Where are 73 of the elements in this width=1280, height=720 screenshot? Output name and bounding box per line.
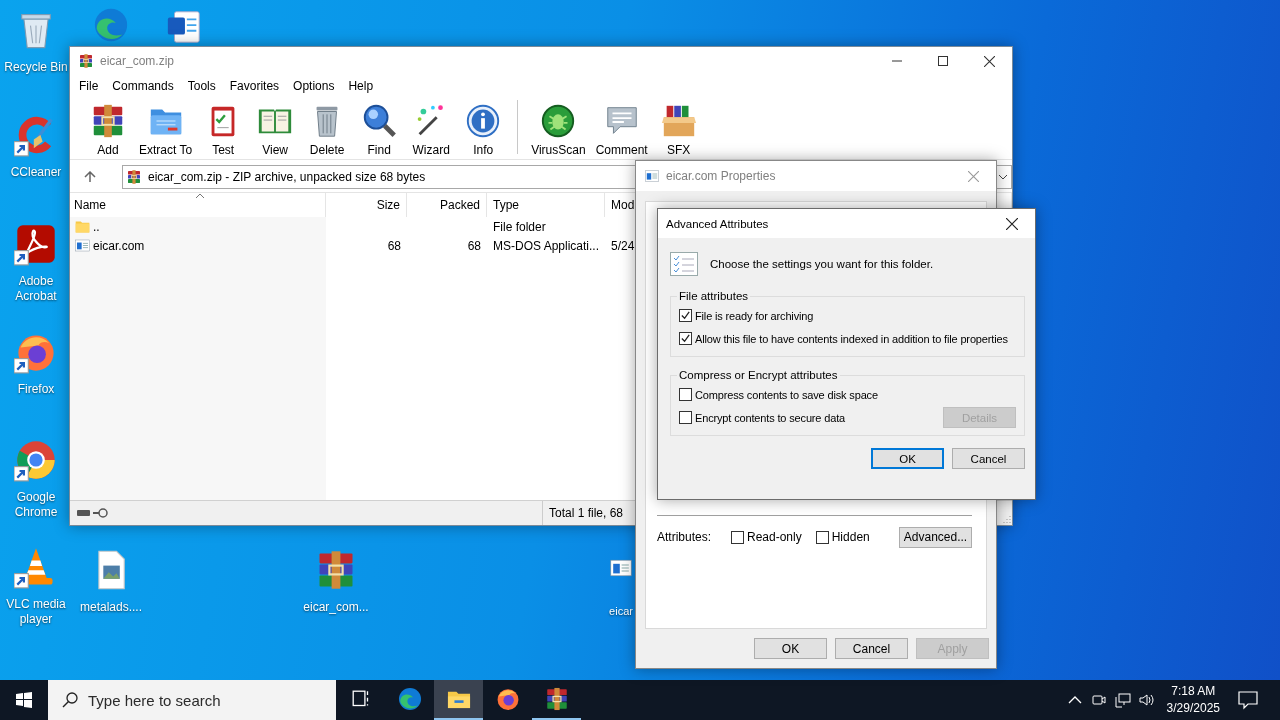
dialog-button[interactable]: OK xyxy=(754,638,827,659)
video-camera-icon[interactable] xyxy=(1090,692,1107,708)
close-icon xyxy=(1006,217,1018,230)
volume-icon[interactable] xyxy=(1138,692,1155,708)
status-icons-drawing xyxy=(76,507,110,519)
menu-item[interactable]: Options xyxy=(286,79,342,93)
close-icon xyxy=(967,170,979,182)
toolbar-button[interactable]: Info xyxy=(459,102,508,157)
toolbar-button[interactable]: Test xyxy=(199,102,248,157)
toolbar-button[interactable]: SFX xyxy=(654,102,703,157)
browser-icon xyxy=(396,686,423,712)
instruction-text: Choose the settings you want for this folder. xyxy=(710,258,934,270)
table-cell: 68 xyxy=(387,238,401,253)
checkbox[interactable]: Read-only xyxy=(731,530,802,544)
toolbar-button[interactable]: Comment xyxy=(592,102,651,157)
table-cell: MS-DOS Applicati... xyxy=(493,238,600,253)
menu-item[interactable]: Tools xyxy=(180,79,223,93)
window-title: eicar_com.zip xyxy=(100,54,176,68)
checkbox[interactable]: Hidden xyxy=(815,530,870,544)
resize-grip-icon xyxy=(1003,515,1011,523)
archive-icon xyxy=(78,53,94,69)
checkbox[interactable]: Allow this file to have contents indexed in addition to file properties xyxy=(679,332,1008,345)
check-icon xyxy=(680,333,691,344)
dialog-button[interactable]: OK xyxy=(871,448,944,469)
network-icon[interactable] xyxy=(1114,692,1131,708)
dialog-title: Advanced Attributes xyxy=(665,217,770,230)
sort-icon xyxy=(195,193,205,199)
program-file-icon xyxy=(644,168,660,184)
caret-icon xyxy=(998,174,1008,180)
toolbar-button[interactable]: Add xyxy=(84,102,132,157)
folder-icon xyxy=(74,218,91,235)
close-icon xyxy=(983,55,995,67)
search-field[interactable]: Type here to search xyxy=(48,680,336,720)
group-label: Compress or Encrypt attributes xyxy=(678,369,839,381)
taskbar-app-button[interactable] xyxy=(434,680,483,720)
toolbar-button[interactable]: Extract To xyxy=(136,102,196,157)
toolbar-button[interactable]: Find xyxy=(355,102,404,157)
checkbox[interactable]: File is ready for archiving xyxy=(679,309,814,322)
archive-icon xyxy=(126,169,142,185)
up-arrow-icon xyxy=(84,171,96,183)
toolbar-button[interactable]: Delete xyxy=(303,102,352,157)
checkbox[interactable]: Compress contents to save disk space xyxy=(679,388,878,401)
toolbar-button[interactable]: VirusScan xyxy=(528,102,589,157)
dialog-button[interactable]: Cancel xyxy=(952,448,1025,469)
field-label: Attributes: xyxy=(657,530,713,544)
desktop-shortcut[interactable]: eicar xyxy=(608,556,634,619)
table-cell: File folder xyxy=(493,219,546,234)
maximize-icon xyxy=(938,56,948,66)
toolbar-button[interactable]: View xyxy=(251,102,300,157)
checklist-icon xyxy=(670,252,698,276)
clock-date: 3/29/2025 xyxy=(1166,700,1220,717)
file-name[interactable]: .. xyxy=(70,218,326,235)
windows-logo-icon xyxy=(16,692,32,708)
clock[interactable]: 7:18 AM 3/29/2025 xyxy=(1166,683,1220,717)
toolbar-button[interactable]: Wizard xyxy=(407,102,456,157)
program-file-icon xyxy=(74,237,91,254)
document-icon[interactable] xyxy=(165,8,203,46)
file-name[interactable]: eicar.com xyxy=(70,237,326,254)
checkbox[interactable]: Encrypt contents to secure data xyxy=(679,411,846,424)
menu-item[interactable]: File xyxy=(72,79,106,93)
table-cell: 68 xyxy=(467,238,481,253)
group-label: File attributes xyxy=(678,290,750,302)
clock-time: 7:18 AM xyxy=(1171,683,1216,700)
check-icon xyxy=(680,310,691,321)
window-title: eicar.com Properties xyxy=(666,169,777,183)
menu-item[interactable]: Commands xyxy=(105,79,181,93)
menu-item[interactable]: Favorites xyxy=(222,79,287,93)
table-cell: 5/24 xyxy=(611,238,635,253)
menu-item[interactable]: Help xyxy=(341,79,381,93)
dialog-button[interactable]: Cancel xyxy=(835,638,908,659)
notification-icon[interactable] xyxy=(1238,690,1258,710)
status-text: Total 1 file, 68 xyxy=(542,501,624,525)
advanced-button[interactable]: Advanced... xyxy=(899,526,972,548)
